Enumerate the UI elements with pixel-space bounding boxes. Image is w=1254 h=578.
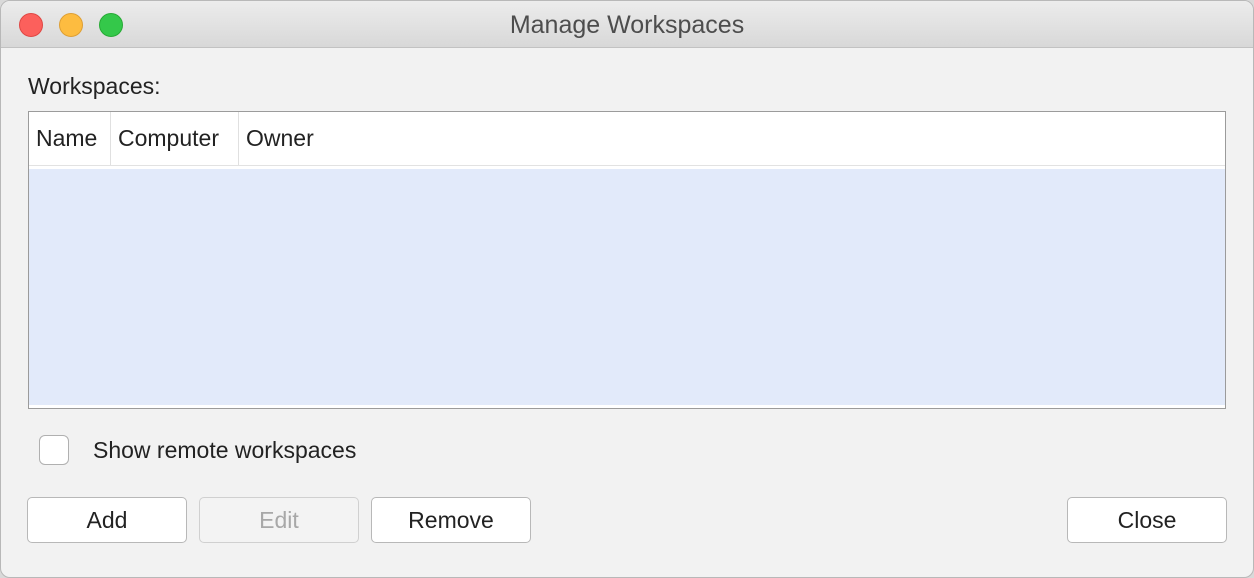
window-title: Manage Workspaces [509,11,745,39]
table-header: Name Computer Owner [29,112,1225,166]
show-remote-checkbox[interactable] [39,435,69,465]
column-header-name[interactable]: Name [29,112,111,165]
edit-button[interactable]: Edit [199,497,359,543]
add-button[interactable]: Add [27,497,187,543]
column-header-computer[interactable]: Computer [111,112,239,165]
show-remote-label[interactable]: Show remote workspaces [93,437,356,464]
workspaces-label: Workspaces: [28,73,161,99]
remove-button[interactable]: Remove [371,497,531,543]
close-button[interactable]: Close [1067,497,1227,543]
table-body[interactable] [29,169,1225,405]
workspaces-table[interactable]: Name Computer Owner [28,111,1226,409]
manage-workspaces-window: Manage Workspaces Workspaces: Name Compu… [0,0,1254,578]
title-bar[interactable]: Manage Workspaces [1,1,1253,48]
column-header-owner[interactable]: Owner [239,112,359,165]
